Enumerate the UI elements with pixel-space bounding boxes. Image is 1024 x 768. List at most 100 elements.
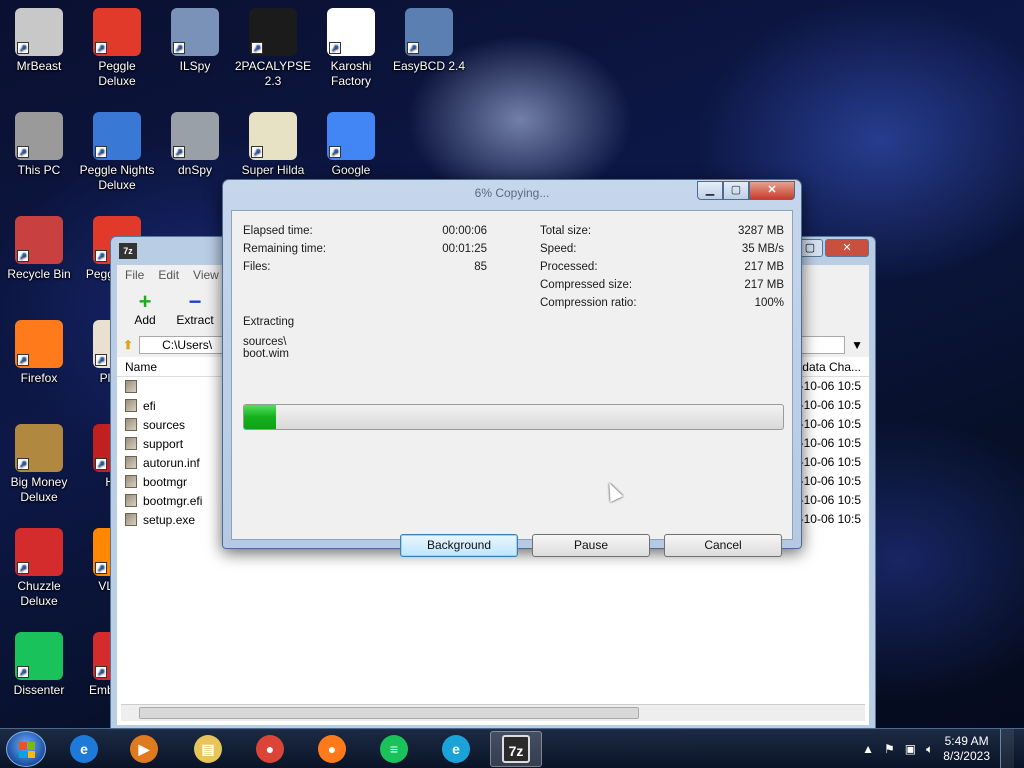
scrollbar-thumb[interactable] — [139, 707, 639, 719]
progress-bar — [243, 404, 784, 430]
file-name-cell — [125, 379, 143, 394]
background-button[interactable]: Background — [400, 534, 518, 557]
path-dropdown-icon[interactable]: ▼ — [851, 338, 863, 352]
taskbar-app-button[interactable]: ▤ — [182, 731, 234, 767]
desktop-icon[interactable]: ↗ 2PACALYPSE 2.3 — [234, 8, 312, 89]
column-name[interactable]: Name — [125, 360, 157, 374]
stat-speed: Speed: 35 MB/s — [540, 243, 784, 259]
desktop-icon-label: Google — [331, 163, 371, 177]
desktop-icon[interactable]: ↗ EasyBCD 2.4 — [390, 8, 468, 74]
file-icon — [125, 456, 137, 469]
maximize-button[interactable]: ▢ — [723, 181, 749, 200]
desktop-icon-label: EasyBCD 2.4 — [392, 59, 466, 73]
taskbar-app-button[interactable]: e — [58, 731, 110, 767]
desktop-icon[interactable]: ↗ ILSpy — [156, 8, 234, 74]
shortcut-arrow-icon: ↗ — [251, 146, 263, 158]
desktop-icon[interactable]: ↗ Super Hilda — [234, 112, 312, 178]
big-money-icon: ↗ — [15, 424, 63, 472]
taskbar-app-button[interactable]: ● — [306, 731, 358, 767]
desktop-icon[interactable]: ↗ Firefox — [0, 320, 78, 386]
file-date: 1-10-06 10:5 — [792, 379, 861, 393]
stat-label: Elapsed time: — [243, 225, 313, 237]
file-name-cell: bootmgr — [125, 474, 187, 489]
karoshi-icon: ↗ — [327, 8, 375, 56]
shortcut-arrow-icon: ↗ — [173, 146, 185, 158]
taskbar-app-button[interactable]: ● — [244, 731, 296, 767]
file-icon — [125, 437, 137, 450]
desktop-icon-label: Big Money Deluxe — [10, 475, 68, 504]
desktop-icon[interactable]: ↗ Karoshi Factory — [312, 8, 390, 89]
stat-value: 00:01:25 — [442, 243, 487, 255]
taskbar-app-button[interactable]: ≡ — [368, 731, 420, 767]
file-icon — [125, 475, 137, 488]
action-center-flag-icon[interactable]: ⚑ — [884, 742, 895, 756]
desktop-icon[interactable]: ↗ Google — [312, 112, 390, 178]
file-icon — [125, 513, 137, 526]
close-button[interactable]: ✕ — [825, 239, 869, 257]
taskbar-app-button[interactable]: ▶ — [118, 731, 170, 767]
show-hidden-icons-icon[interactable]: ▲ — [862, 742, 874, 756]
desktop-icon[interactable]: ↗ Big Money Deluxe — [0, 424, 78, 505]
desktop-icon[interactable]: ↗ Dissenter — [0, 632, 78, 698]
column-metadata-changed[interactable]: tadata Cha... — [792, 360, 861, 374]
dialog-window-controls: ▁ ▢ ✕ — [697, 181, 795, 200]
shortcut-arrow-icon: ↗ — [251, 42, 263, 54]
folder-up-icon[interactable]: ⬆ — [123, 338, 133, 352]
desktop-icon[interactable]: ↗ Peggle Nights Deluxe — [78, 112, 156, 193]
menu-edit[interactable]: Edit — [158, 268, 179, 282]
file-date: 1-10-06 10:5 — [792, 493, 861, 507]
desktop-icon-label: dnSpy — [177, 163, 213, 177]
minimize-button[interactable]: ▁ — [697, 181, 723, 200]
start-button[interactable] — [6, 731, 46, 767]
close-button[interactable]: ✕ — [749, 181, 795, 200]
firefox-icon: ↗ — [15, 320, 63, 368]
file-date: 1-10-06 10:5 — [792, 398, 861, 412]
clock[interactable]: 5:49 AM 8/3/2023 — [943, 734, 990, 764]
file-name: efi — [143, 398, 156, 413]
desktop-icon[interactable]: ↗ MrBeast — [0, 8, 78, 74]
desktop-icon[interactable]: ↗ dnSpy — [156, 112, 234, 178]
taskbar-app-button[interactable]: e — [430, 731, 482, 767]
file-name: sources — [143, 417, 186, 432]
edge-icon: e — [442, 735, 470, 763]
7zip-app-icon: 7z — [119, 243, 137, 259]
this-pc-icon: ↗ — [15, 112, 63, 160]
horizontal-scrollbar[interactable] — [121, 704, 865, 721]
stat-label: Processed: — [540, 261, 598, 273]
menu-view[interactable]: View — [193, 268, 219, 282]
file-name: bootmgr.efi — [143, 493, 203, 508]
stat-total-size: Total size: 3287 MB — [540, 225, 784, 241]
pause-button[interactable]: Pause — [532, 534, 650, 557]
clock-date: 8/3/2023 — [943, 749, 990, 763]
stat-value: 3287 MB — [737, 225, 784, 237]
stat-label: Files: — [243, 261, 271, 273]
desktop-icon-label: Super Hilda — [241, 163, 305, 177]
file-date: 1-10-06 10:5 — [792, 436, 861, 450]
file-date: 1-10-06 10:5 — [792, 455, 861, 469]
file-date: 1-10-06 10:5 — [792, 512, 861, 526]
show-desktop-button[interactable] — [1000, 729, 1014, 768]
cancel-button[interactable]: Cancel — [664, 534, 782, 557]
peggle-nights-icon: ↗ — [93, 112, 141, 160]
file-date: 1-10-06 10:5 — [792, 474, 861, 488]
desktop-icon[interactable]: ↗ Recycle Bin — [0, 216, 78, 282]
chuzzle-icon: ↗ — [15, 528, 63, 576]
menu-file[interactable]: File — [125, 268, 144, 282]
desktop-icon-label: Karoshi Factory — [330, 59, 372, 88]
file-icon — [125, 494, 137, 507]
desktop-icon[interactable]: ↗ Chuzzle Deluxe — [0, 528, 78, 609]
shortcut-arrow-icon: ↗ — [407, 42, 419, 54]
desktop-icon-label: 2PACALYPSE 2.3 — [234, 59, 312, 88]
desktop-icon[interactable]: ↗ Peggle Deluxe — [78, 8, 156, 89]
stat-elapsed-time: Elapsed time: 00:00:06 — [243, 225, 487, 241]
add-button[interactable]: + Add — [125, 291, 165, 328]
extract-button[interactable]: − Extract — [175, 291, 215, 328]
taskbar-app-button[interactable]: 7z — [490, 731, 542, 767]
volume-icon[interactable]: 🔈︎ — [926, 742, 933, 757]
stat-label: Remaining time: — [243, 243, 327, 255]
desktop-icon[interactable]: ↗ This PC — [0, 112, 78, 178]
desktop-icon-label: MrBeast — [16, 59, 62, 73]
shortcut-arrow-icon: ↗ — [95, 42, 107, 54]
stat-label: Speed: — [540, 243, 577, 255]
network-icon[interactable]: ▣ — [905, 742, 916, 756]
